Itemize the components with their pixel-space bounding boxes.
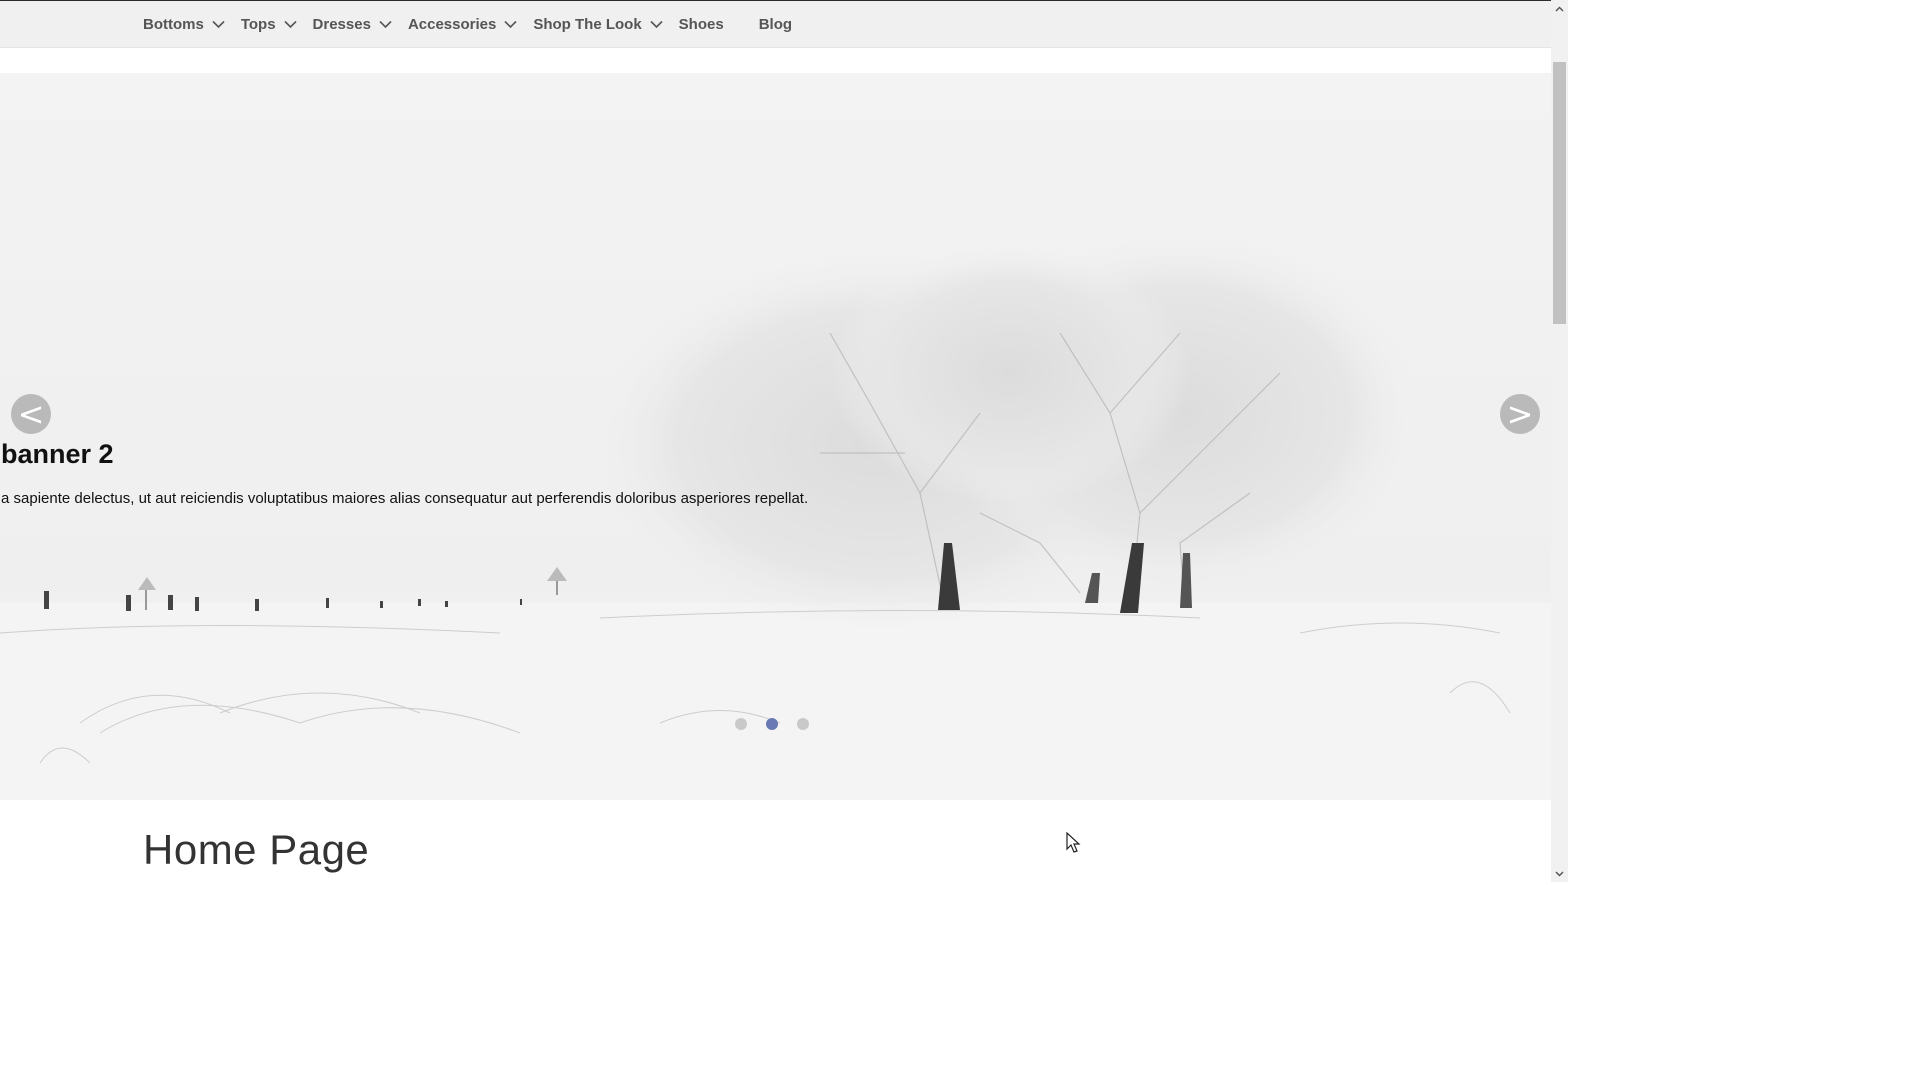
banner-slider: < > banner 2 a sapiente delectus, ut aut…: [0, 73, 1551, 800]
mouse-cursor-icon: [1066, 832, 1081, 853]
nav-item-dresses[interactable]: Dresses: [313, 16, 392, 33]
nav-item-label: Tops: [240, 16, 276, 33]
scroll-up-arrow-icon[interactable]: [1551, 0, 1568, 17]
nav-item-label: Accessories: [407, 16, 497, 33]
slider-dots: [735, 718, 828, 730]
nav-item-shop-the-look[interactable]: Shop The Look: [533, 16, 663, 33]
chevron-down-icon: [504, 20, 517, 29]
nav-item-blog[interactable]: Blog: [759, 16, 792, 33]
slider-next-button[interactable]: >: [1500, 394, 1540, 434]
slider-dot-3[interactable]: [797, 718, 809, 730]
nav-item-label: Shoes: [678, 16, 724, 33]
scrollbar-thumb[interactable]: [1553, 62, 1566, 324]
slider-dot-2[interactable]: [766, 718, 778, 730]
banner-text: a sapiente delectus, ut aut reiciendis v…: [1, 490, 809, 507]
scroll-down-arrow-icon[interactable]: [1551, 865, 1568, 882]
slider-prev-label: <: [17, 395, 45, 433]
vertical-scrollbar[interactable]: [1551, 0, 1568, 882]
chevron-down-icon: [650, 20, 663, 29]
slider-dot-1[interactable]: [735, 718, 747, 730]
banner-title: banner 2: [1, 439, 114, 469]
nav-item-shoes[interactable]: Shoes: [679, 16, 724, 33]
nav-item-label: Dresses: [312, 16, 371, 33]
chevron-down-icon: [212, 20, 225, 29]
page-title: Home Page: [143, 826, 370, 873]
main-navigation: Bottoms Tops Dresses Accessories Shop Th…: [0, 1, 1551, 48]
chevron-down-icon: [379, 20, 392, 29]
nav-item-bottoms[interactable]: Bottoms: [143, 16, 225, 33]
nav-item-label: Blog: [758, 16, 793, 33]
nav-list: Bottoms Tops Dresses Accessories Shop Th…: [143, 1, 827, 48]
nav-item-accessories[interactable]: Accessories: [408, 16, 517, 33]
slider-next-label: >: [1506, 395, 1534, 433]
banner-image: [0, 73, 1551, 800]
nav-item-tops[interactable]: Tops: [241, 16, 297, 33]
chevron-down-icon: [283, 20, 297, 29]
slider-prev-button[interactable]: <: [11, 394, 51, 434]
nav-item-label: Shop The Look: [533, 16, 642, 33]
nav-item-label: Bottoms: [143, 16, 204, 33]
